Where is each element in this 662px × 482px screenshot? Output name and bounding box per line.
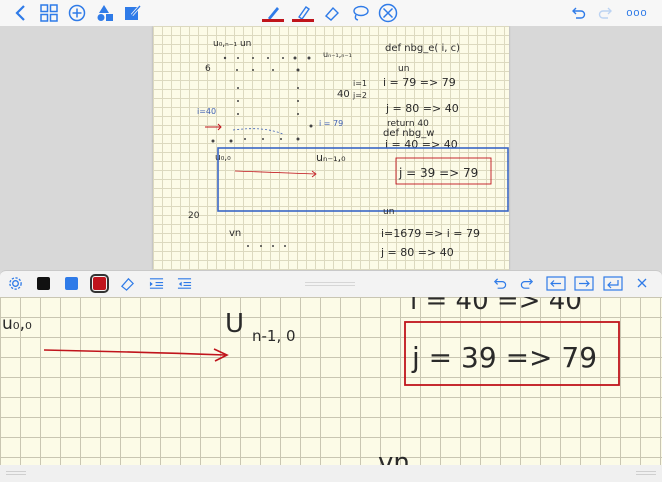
zoom-j-39: j = 39 => 79 xyxy=(411,341,597,374)
zoom-writing-area[interactable]: i = 40 => 40 u₀,₀ U n-1, 0 j = 39 => 79 … xyxy=(0,297,662,465)
indent-icon[interactable] xyxy=(148,275,164,291)
note-i-40: i = 40 => 40 xyxy=(385,138,458,151)
outdent-icon[interactable] xyxy=(176,275,192,291)
main-toolbar: ooo xyxy=(0,0,662,27)
zoom-window: i = 40 => 40 u₀,₀ U n-1, 0 j = 39 => 79 … xyxy=(0,270,662,482)
zoom-i-40: i = 40 => 40 xyxy=(410,297,582,316)
note-i-79-blue: i = 79 xyxy=(319,119,343,128)
close-icon[interactable] xyxy=(634,275,650,291)
move-right-icon[interactable] xyxy=(574,275,594,291)
drag-handle[interactable] xyxy=(305,282,355,283)
note-un1n1: uₙ₋₁,ₙ₋₁ xyxy=(323,50,352,59)
note-def-nbg-e: def nbg_e( i, c) xyxy=(385,43,460,54)
svg-text:6: 6 xyxy=(205,64,211,74)
shapes-icon[interactable] xyxy=(94,2,116,24)
zoom-vn: vn xyxy=(378,448,410,465)
blue-color-swatch[interactable] xyxy=(63,275,79,291)
note-20: 20 xyxy=(188,211,200,221)
move-left-icon[interactable] xyxy=(546,275,566,291)
note-i-1679: i=1679 => i = 79 xyxy=(381,227,480,240)
redo-icon[interactable] xyxy=(519,275,535,291)
zoom-subscript: n-1, 0 xyxy=(252,327,296,345)
note-un-2: un xyxy=(383,207,394,217)
document-area: u₀,ₙ₋₁ un uₙ₋₁,ₙ₋₁ 6 def nbg_e( i, c) un… xyxy=(0,26,662,270)
handwriting-layer: u₀,ₙ₋₁ un uₙ₋₁,ₙ₋₁ 6 def nbg_e( i, c) un… xyxy=(188,39,509,259)
zoom-u00: u₀,₀ xyxy=(2,314,32,334)
undo-icon[interactable] xyxy=(491,275,507,291)
grid-icon[interactable] xyxy=(38,2,60,24)
zoom-handwriting-layer: i = 40 => 40 u₀,₀ U n-1, 0 j = 39 => 79 … xyxy=(2,297,620,465)
edit-icon[interactable] xyxy=(122,2,144,24)
resize-right-handle[interactable] xyxy=(636,471,656,472)
eraser-icon[interactable] xyxy=(119,275,135,291)
note-page[interactable]: u₀,ₙ₋₁ un uₙ₋₁,ₙ₋₁ 6 def nbg_e( i, c) un… xyxy=(153,26,509,270)
zoom-footer xyxy=(0,465,662,482)
note-un-1: un xyxy=(398,64,409,74)
redo-icon[interactable] xyxy=(595,2,617,24)
note-un10: uₙ₋₁,₀ xyxy=(316,151,346,164)
return-icon[interactable] xyxy=(603,275,623,291)
more-icon[interactable]: ooo xyxy=(624,2,650,24)
highlighter-icon[interactable] xyxy=(292,2,314,24)
note-u0n: u₀,ₙ₋₁ un xyxy=(213,39,251,49)
note-j-80: j = 80 => 40 xyxy=(385,102,459,115)
note-i-40-blue: i=40 xyxy=(197,107,216,116)
zoom-u: U xyxy=(225,309,244,339)
note-vn: vn xyxy=(229,228,241,239)
note-i-eq-1: i=1 xyxy=(353,79,367,88)
zoom-toolbar xyxy=(0,271,662,296)
black-color-swatch[interactable] xyxy=(35,275,51,291)
lasso-icon[interactable] xyxy=(349,2,371,24)
note-j-eq-2: j=2 xyxy=(352,91,367,100)
eraser-icon[interactable] xyxy=(321,2,343,24)
note-j-39-boxed: j = 39 => 79 xyxy=(398,166,478,180)
matrix-dots xyxy=(211,56,313,143)
note-40: 40 xyxy=(337,89,350,100)
back-icon[interactable] xyxy=(10,2,32,24)
undo-icon[interactable] xyxy=(567,2,589,24)
note-j-80-2: j = 80 => 40 xyxy=(380,246,454,259)
settings-icon[interactable] xyxy=(7,275,23,291)
add-icon[interactable] xyxy=(66,2,88,24)
red-color-swatch[interactable] xyxy=(89,273,109,293)
hide-icon[interactable] xyxy=(377,2,399,24)
note-i-79: i = 79 => 79 xyxy=(383,76,456,89)
pen-icon[interactable] xyxy=(262,2,284,24)
resize-left-handle[interactable] xyxy=(6,471,26,472)
